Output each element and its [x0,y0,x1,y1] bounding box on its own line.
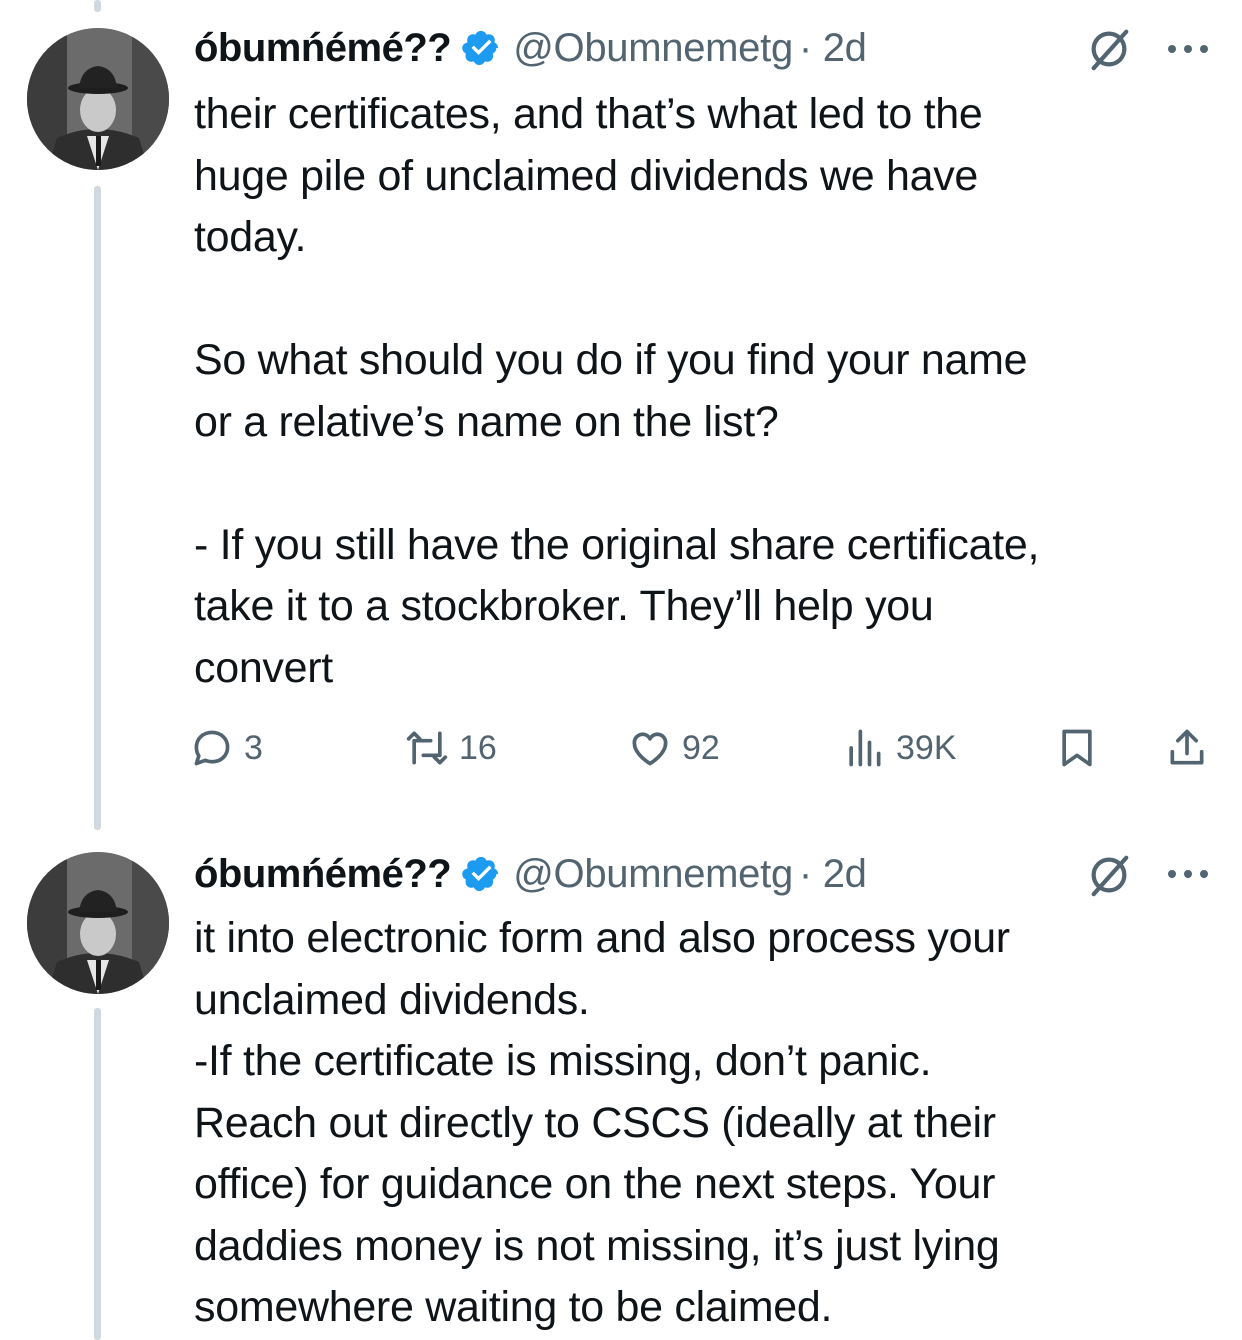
handle[interactable]: @Obumnemetg [513,26,793,71]
repost-button[interactable]: 16 [405,718,497,778]
tweet-actions: 3 16 92 39K [190,718,1220,778]
share-button[interactable] [1165,718,1209,778]
avatar[interactable] [27,28,169,170]
views-icon [849,729,881,767]
reply-count: 3 [244,728,263,767]
more-icon[interactable] [1166,43,1210,55]
views-count: 39K [896,728,957,767]
bookmark-icon [1062,729,1092,767]
tweet-1[interactable]: óbumńémé?? @Obumnemetg · 2d their certif… [0,0,1242,830]
timestamp[interactable]: · 2d [799,26,867,71]
grok-icon[interactable] [1086,852,1132,898]
like-icon [632,732,668,766]
tweet-header: óbumńémé?? @Obumnemetg · 2d [194,18,867,78]
tweet-text: their certificates, and that’s what led … [194,90,1040,692]
handle[interactable]: @Obumnemetg [513,852,793,897]
avatar[interactable] [27,852,169,994]
reply-icon [194,730,230,766]
verified-badge-icon[interactable] [461,28,501,68]
display-name[interactable]: óbumńémé?? [194,852,452,897]
repost-icon [406,731,448,765]
grok-icon[interactable] [1086,26,1132,72]
reply-button[interactable]: 3 [190,718,263,778]
like-count: 92 [682,728,720,767]
tweet-text: it into electronic form and also process… [194,914,1010,1331]
display-name[interactable]: óbumńémé?? [194,26,452,71]
more-icon[interactable] [1166,868,1210,880]
bookmark-button[interactable] [1055,718,1099,778]
verified-badge-icon[interactable] [461,854,501,894]
repost-count: 16 [459,728,497,767]
like-button[interactable]: 92 [628,718,720,778]
tweet-header: óbumńémé?? @Obumnemetg · 2d [194,844,867,904]
timestamp[interactable]: · 2d [799,852,867,897]
views-button[interactable]: 39K [842,718,957,778]
tweet-2[interactable]: óbumńémé?? @Obumnemetg · 2d it into elec… [0,830,1242,1340]
share-icon [1170,729,1204,765]
